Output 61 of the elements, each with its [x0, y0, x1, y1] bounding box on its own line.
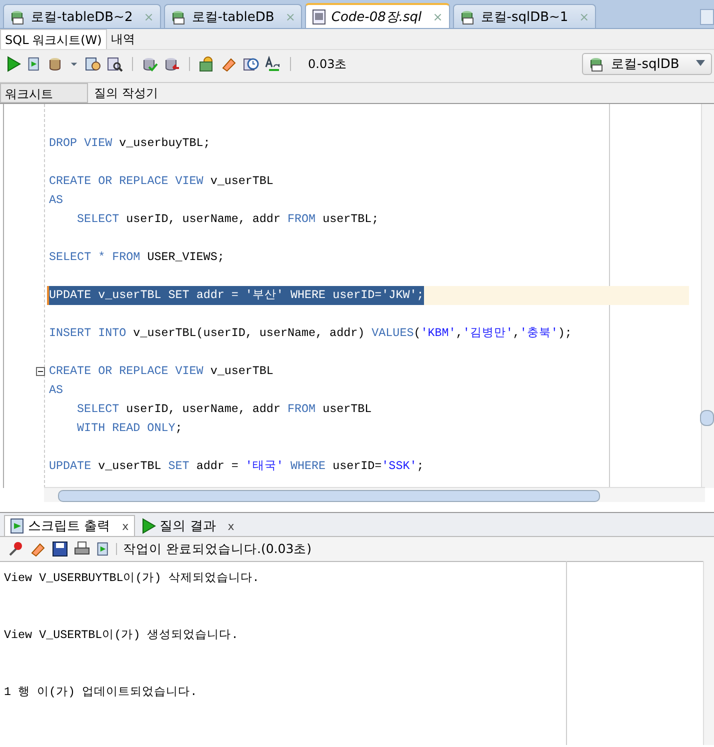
- elapsed-time: 0.03초: [308, 56, 347, 72]
- status-message: 작업이 완료되었습니다.(0.03초): [123, 540, 312, 558]
- fold-icon[interactable]: [36, 367, 45, 376]
- output-message: View V_USERTBL이(가) 생성되었습니다.: [4, 627, 240, 644]
- tab-label: 질의 결과: [160, 518, 216, 535]
- save-icon[interactable]: [52, 541, 68, 557]
- document-tab[interactable]: Code-08장.sql ×: [305, 3, 450, 28]
- horizontal-scrollbar[interactable]: [44, 487, 705, 502]
- font-case-icon[interactable]: [265, 56, 281, 72]
- script-icon[interactable]: [96, 541, 110, 557]
- tab-label: 스크립트 출력: [28, 518, 110, 535]
- play-icon[interactable]: [7, 56, 21, 72]
- code-line: AS: [49, 192, 64, 209]
- editor-tab[interactable]: 질의 작성기: [88, 83, 164, 103]
- print-icon[interactable]: [74, 541, 90, 557]
- code-line: AS: [49, 382, 64, 399]
- document-tab[interactable]: 로컬-tableDB ×: [164, 4, 302, 28]
- eraser-icon[interactable]: [221, 56, 237, 72]
- output-tab[interactable]: 질의 결과 x: [136, 516, 240, 536]
- connection-name: 로컬-sqlDB: [611, 56, 680, 73]
- script-icon: [10, 518, 24, 534]
- output-message: 1 행 이(가) 업데이트되었습니다.: [4, 684, 198, 701]
- code-line: CREATE OR REPLACE VIEW v_userTBL: [49, 173, 274, 190]
- connection-dropdown[interactable]: 로컬-sqlDB: [582, 53, 712, 75]
- code-line: SELECT * FROM USER_VIEWS;: [49, 249, 224, 266]
- view-tab[interactable]: 내역: [106, 29, 139, 49]
- code-line: DROP VIEW v_userbuyTBL;: [49, 135, 210, 152]
- document-icon: [312, 8, 326, 24]
- play-icon: [142, 518, 156, 534]
- close-icon[interactable]: x: [122, 520, 129, 532]
- script-icon[interactable]: [27, 56, 41, 72]
- search-icon[interactable]: [107, 56, 123, 72]
- eraser-icon[interactable]: [30, 541, 46, 557]
- code-line: WITH READ ONLY;: [77, 420, 182, 437]
- output-tab[interactable]: 스크립트 출력 x: [4, 515, 135, 536]
- database-icon[interactable]: [47, 56, 63, 72]
- scroll-thumb[interactable]: [58, 490, 600, 502]
- code-line: SELECT userID, userName, addr FROM userTBL;: [77, 211, 379, 228]
- document-tab[interactable]: 로컬-tableDB~2 ×: [3, 4, 161, 28]
- tab-label: 로컬-tableDB~2: [31, 8, 133, 26]
- view-tab[interactable]: SQL 워크시트(W): [0, 29, 107, 49]
- code-line: CREATE OR REPLACE VIEW v_userTBL: [49, 363, 274, 380]
- tab-label: 로컬-tableDB: [192, 8, 274, 26]
- database-icon: [170, 8, 187, 24]
- document-tab[interactable]: 로컬-sqlDB~1 ×: [452, 4, 596, 28]
- clock-icon[interactable]: [243, 56, 259, 72]
- editor-tab[interactable]: 워크시트: [0, 83, 88, 103]
- scroll-thumb[interactable]: [700, 410, 714, 426]
- vertical-scrollbar[interactable]: [701, 104, 714, 488]
- close-icon[interactable]: x: [228, 520, 234, 532]
- connection-icon: [589, 56, 605, 72]
- tab-label: 로컬-sqlDB~1: [480, 8, 568, 26]
- database-icon: [460, 8, 476, 24]
- code-line: INSERT INTO v_userTBL(userID, userName, addr) VALUES('KBM','김병만','충북');: [49, 325, 572, 342]
- code-line: UPDATE v_userTBL SET addr = '태국' WHERE userID='SSK';: [49, 458, 424, 475]
- tab-label: Code-08장.sql: [331, 8, 422, 26]
- code-line: SELECT userID, userName, addr FROM userTBL: [77, 401, 372, 418]
- vertical-scrollbar[interactable]: [703, 561, 714, 745]
- database-icon: [10, 8, 26, 24]
- output-message: View V_USERBUYTBL이(가) 삭제되었습니다.: [4, 570, 260, 587]
- pin-icon[interactable]: [8, 541, 24, 557]
